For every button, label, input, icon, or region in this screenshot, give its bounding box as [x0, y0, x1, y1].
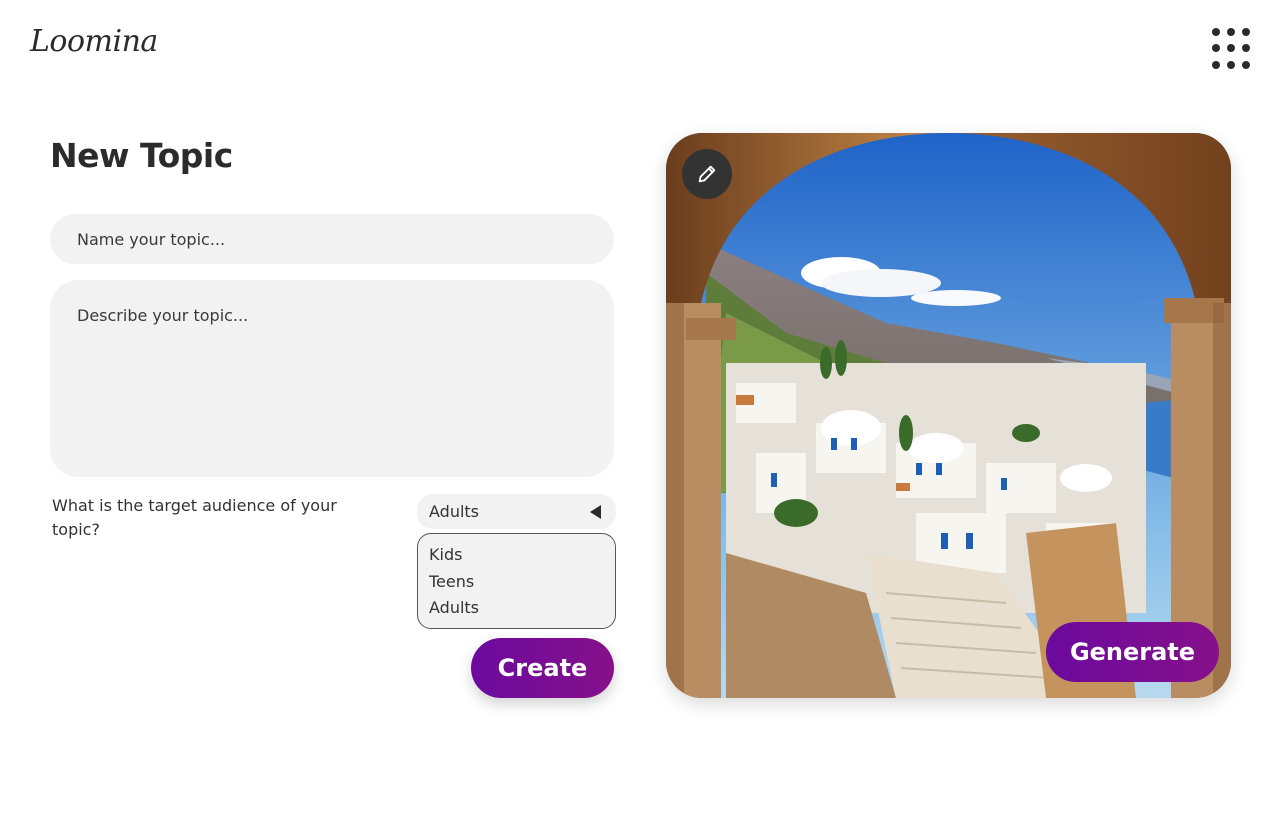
audience-option-teens[interactable]: Teens	[429, 569, 604, 596]
audience-option-kids[interactable]: Kids	[429, 542, 604, 569]
generate-button[interactable]: Generate	[1046, 622, 1219, 682]
topic-description-input[interactable]	[50, 280, 614, 477]
grid-dot	[1227, 44, 1235, 53]
pencil-icon	[698, 165, 716, 183]
edit-image-button[interactable]	[682, 149, 732, 199]
page-title: New Topic	[50, 136, 233, 175]
topic-name-input[interactable]	[50, 214, 614, 264]
grid-dot	[1212, 44, 1220, 53]
audience-selected-value: Adults	[429, 502, 480, 521]
grid-dot	[1242, 28, 1250, 36]
apps-menu-button[interactable]	[1212, 28, 1254, 70]
audience-select[interactable]: Adults	[417, 494, 616, 529]
audience-question-label: What is the target audience of your topi…	[52, 496, 337, 539]
topic-image-card: Generate	[666, 133, 1231, 698]
grid-dot	[1242, 44, 1250, 53]
create-button[interactable]: Create	[471, 638, 614, 698]
audience-options-list: Kids Teens Adults	[417, 533, 616, 629]
grid-dot	[1212, 60, 1220, 69]
caret-left-icon	[590, 504, 601, 519]
audience-option-adults[interactable]: Adults	[429, 595, 604, 622]
grid-dots-icon	[1212, 28, 1220, 36]
grid-dot	[1227, 28, 1235, 36]
topic-image	[666, 133, 1231, 698]
loomina-logo[interactable]: Loomina	[30, 24, 158, 59]
grid-dot	[1242, 60, 1250, 69]
grid-dot	[1227, 60, 1235, 69]
